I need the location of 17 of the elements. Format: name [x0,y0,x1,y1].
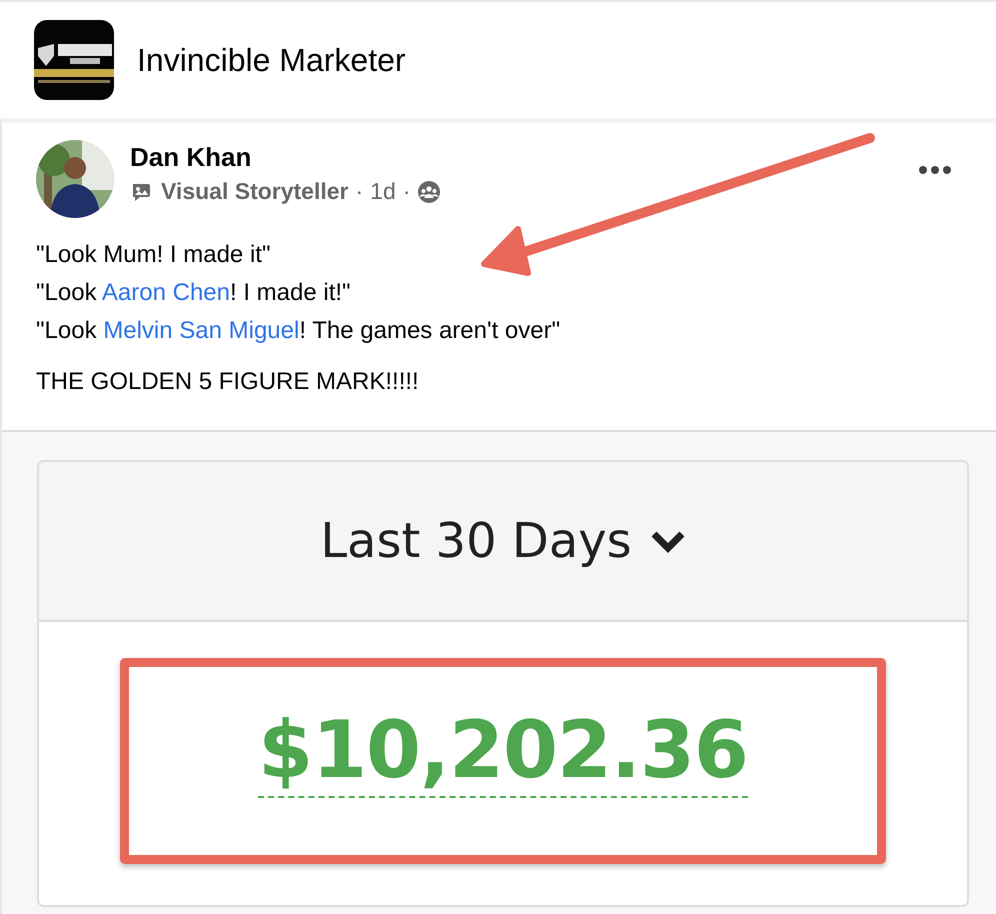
post-text-line: "Look Melvin San Miguel! The games aren't over" [36,316,562,346]
more-options-icon[interactable] [918,165,952,175]
post-text-line: "Look Mum! I made it" [36,240,272,270]
post-headline: THE GOLDEN 5 FIGURE MARK!!!!! [36,367,420,397]
post-text-line: "Look Aaron Chen! I made it!" [36,278,352,308]
group-audience-icon [417,180,442,204]
chevron-icon [650,529,686,553]
post-time[interactable]: 1d [370,178,396,205]
author-name[interactable]: Dan Khan [130,142,252,173]
mention-link[interactable]: Aaron Chen [102,279,230,306]
meta-separator: · [356,178,364,205]
author-title-label: Visual Storyteller [161,178,348,205]
group-name[interactable]: Invincible Marketer [137,42,406,78]
revenue-amount: $10,202.36 [258,710,748,798]
mention-link[interactable]: Melvin San Miguel [103,317,300,344]
period-dropdown[interactable]: Last 30 Days [320,513,686,569]
meta-separator: · [402,178,410,205]
